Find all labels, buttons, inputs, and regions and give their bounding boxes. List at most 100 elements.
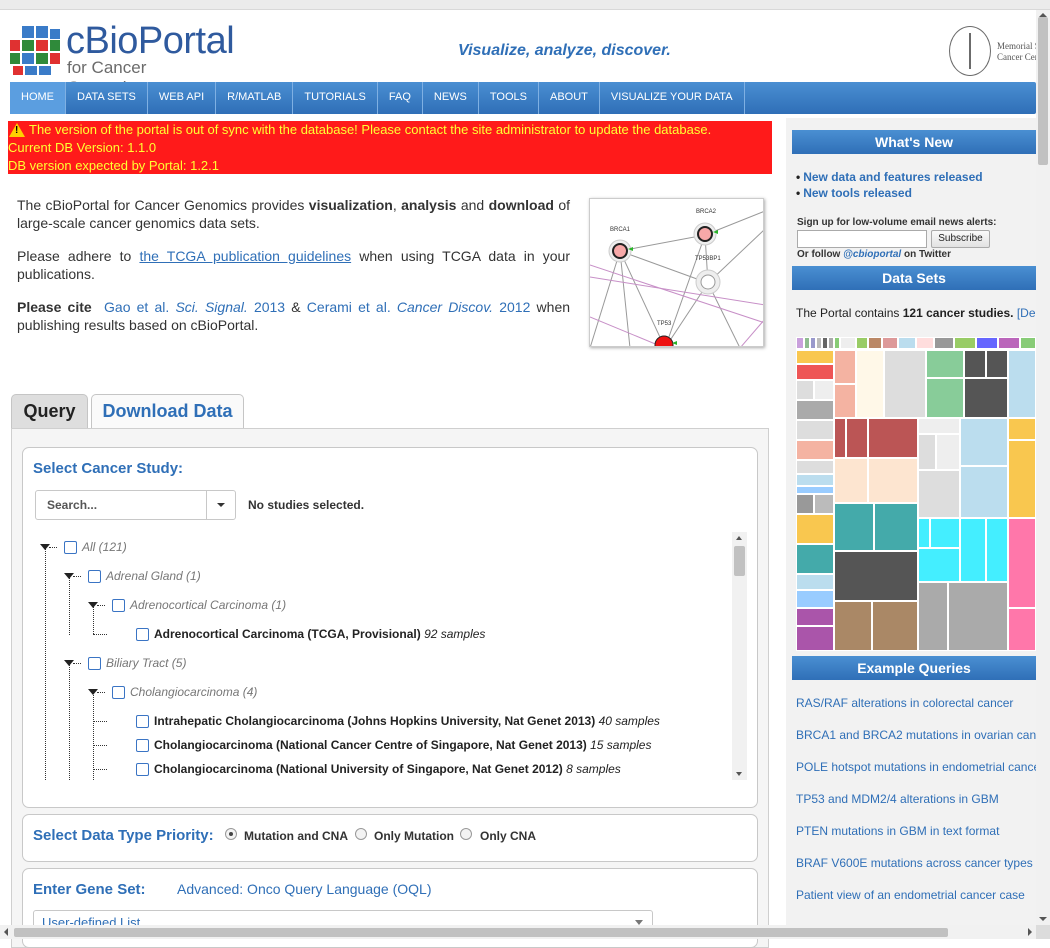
treemap-tile[interactable] — [796, 514, 834, 544]
treemap-tile[interactable] — [796, 420, 834, 440]
mskcc-logo[interactable]: Memorial Sloan Kettering Cancer Center — [949, 26, 1050, 78]
treemap-tile[interactable] — [964, 350, 986, 378]
news-item[interactable]: • New data and features released — [796, 170, 983, 184]
treemap-tile[interactable] — [960, 518, 986, 582]
subscribe-button[interactable]: Subscribe — [931, 230, 990, 248]
treemap-tile[interactable] — [796, 350, 834, 364]
radio-only-cna[interactable] — [460, 828, 472, 840]
network-view-image[interactable]: BRCA1 BRCA2 TP53BP1 TP53 — [589, 198, 764, 347]
treemap-tile[interactable] — [796, 440, 834, 460]
study-checkbox[interactable] — [64, 541, 77, 554]
treemap-tile[interactable] — [796, 590, 834, 608]
treemap-tile[interactable] — [926, 350, 964, 378]
treemap-tile[interactable] — [948, 582, 1008, 651]
treemap-tile[interactable] — [930, 518, 960, 548]
nav-item-home[interactable]: HOME — [10, 82, 66, 114]
treemap-tile[interactable] — [872, 601, 918, 651]
treemap-tile[interactable] — [926, 378, 964, 418]
treemap-tile[interactable] — [882, 337, 898, 349]
treemap-tile[interactable] — [796, 400, 834, 420]
treemap-tile[interactable] — [856, 337, 868, 349]
treemap-tile[interactable] — [986, 350, 1008, 378]
treemap-tile[interactable] — [834, 503, 874, 551]
treemap-tile[interactable] — [954, 337, 976, 349]
page-vertical-scrollbar[interactable] — [1036, 10, 1050, 925]
treemap-tile[interactable] — [918, 418, 960, 434]
example-query-link[interactable]: RAS/RAF alterations in colorectal cancer — [796, 696, 1013, 710]
cbioportal-logo[interactable]: cBioPortal for Cancer Genomics — [10, 20, 235, 97]
scroll-left-icon[interactable] — [4, 928, 8, 936]
treemap-tile[interactable] — [986, 518, 1008, 582]
study-search-input[interactable]: Search... — [35, 490, 236, 520]
oql-link[interactable]: Advanced: Onco Query Language (OQL) — [177, 881, 431, 897]
example-query-link[interactable]: BRAF V600E mutations across cancer types — [796, 856, 1033, 870]
treemap-tile[interactable] — [796, 364, 834, 380]
example-query-link[interactable]: TP53 and MDM2/4 alterations in GBM — [796, 792, 999, 806]
treemap-tile[interactable] — [814, 380, 834, 400]
treemap-tile[interactable] — [796, 574, 834, 590]
study-checkbox[interactable] — [136, 739, 149, 752]
treemap-tile[interactable] — [918, 434, 936, 470]
study-checkbox[interactable] — [88, 570, 101, 583]
nav-item-web-api[interactable]: WEB API — [148, 82, 217, 114]
treemap-tile[interactable] — [1008, 440, 1036, 518]
data-sets-treemap[interactable] — [796, 337, 1036, 651]
news-link[interactable]: New data and features released — [803, 170, 982, 184]
treemap-tile[interactable] — [796, 626, 834, 651]
tab-query[interactable]: Query — [11, 394, 88, 429]
study-checkbox[interactable] — [136, 715, 149, 728]
treemap-tile[interactable] — [916, 337, 934, 349]
radio-only-mutation[interactable] — [355, 828, 367, 840]
study-checkbox[interactable] — [136, 763, 149, 776]
study-checkbox[interactable] — [112, 686, 125, 699]
tab-download-data[interactable]: Download Data — [91, 394, 244, 429]
treemap-tile[interactable] — [874, 503, 918, 551]
data-sets-details-link[interactable]: [De — [1017, 306, 1036, 320]
treemap-tile[interactable] — [868, 458, 918, 503]
nav-item-news[interactable]: NEWS — [423, 82, 479, 114]
scroll-down-icon[interactable] — [1039, 917, 1047, 921]
tree-scrollbar[interactable] — [732, 532, 747, 780]
treemap-tile[interactable] — [936, 434, 960, 470]
treemap-tile[interactable] — [834, 458, 868, 503]
nav-item-r-matlab[interactable]: R/MATLAB — [216, 82, 294, 114]
treemap-tile[interactable] — [814, 494, 834, 514]
example-query-link[interactable]: Patient view of an endometrial cancer ca… — [796, 888, 1025, 902]
treemap-tile[interactable] — [898, 337, 916, 349]
treemap-tile[interactable] — [1008, 350, 1036, 418]
treemap-tile[interactable] — [834, 350, 856, 384]
treemap-tile[interactable] — [834, 418, 846, 458]
treemap-tile[interactable] — [964, 378, 1008, 418]
treemap-tile[interactable] — [834, 551, 918, 601]
tcga-guidelines-link[interactable]: the TCGA publication guidelines — [139, 248, 351, 264]
study-checkbox[interactable] — [112, 599, 125, 612]
treemap-tile[interactable] — [918, 470, 960, 518]
treemap-tile[interactable] — [918, 518, 930, 548]
treemap-tile[interactable] — [796, 608, 834, 626]
treemap-tile[interactable] — [796, 544, 834, 574]
radio-mutation-cna[interactable] — [225, 828, 237, 840]
treemap-tile[interactable] — [1008, 418, 1036, 440]
news-item[interactable]: • New tools released — [796, 186, 912, 200]
nav-item-visualize-your-data[interactable]: VISUALIZE YOUR DATA — [600, 82, 745, 114]
scroll-up-icon[interactable] — [736, 536, 742, 540]
nav-item-data-sets[interactable]: DATA SETS — [66, 82, 148, 114]
scroll-right-icon[interactable] — [1028, 928, 1032, 936]
nav-item-about[interactable]: ABOUT — [539, 82, 600, 114]
treemap-tile[interactable] — [934, 337, 954, 349]
treemap-tile[interactable] — [884, 350, 926, 418]
treemap-tile[interactable] — [918, 582, 948, 651]
page-scroll-thumb[interactable] — [1038, 17, 1048, 165]
page-horizontal-scrollbar[interactable] — [0, 925, 1036, 939]
nav-item-tutorials[interactable]: TUTORIALS — [293, 82, 378, 114]
gao-citation-link[interactable]: Gao et al. Sci. Signal. 2013 — [104, 299, 285, 315]
treemap-tile[interactable] — [998, 337, 1020, 349]
treemap-tile[interactable] — [856, 350, 884, 418]
treemap-tile[interactable] — [1008, 608, 1036, 651]
treemap-tile[interactable] — [868, 418, 918, 458]
page-hscroll-thumb[interactable] — [14, 928, 948, 937]
email-field[interactable] — [797, 230, 927, 248]
treemap-tile[interactable] — [796, 486, 834, 494]
example-query-link[interactable]: BRCA1 and BRCA2 mutations in ovarian can — [796, 728, 1036, 742]
treemap-tile[interactable] — [840, 337, 856, 349]
